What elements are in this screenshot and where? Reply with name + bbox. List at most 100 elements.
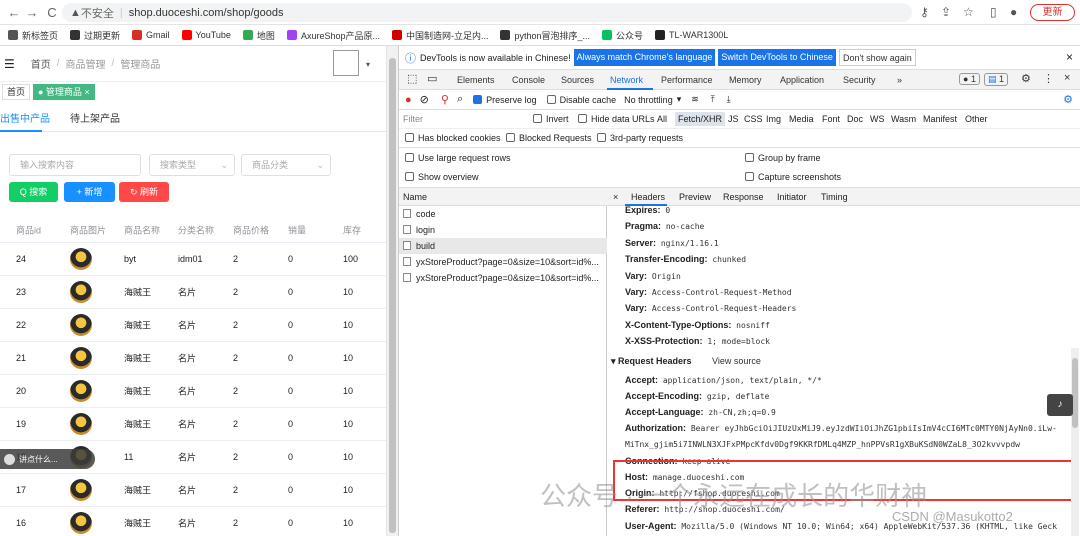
type-other[interactable]: Other <box>965 114 988 124</box>
bookmark-item[interactable]: Gmail <box>132 30 170 40</box>
record-icon[interactable]: ● <box>405 94 412 106</box>
request-item[interactable]: build <box>399 238 607 254</box>
type-all[interactable]: All <box>657 114 667 124</box>
device-icon[interactable]: ▭ <box>427 72 437 85</box>
tab-headers[interactable]: Headers <box>631 192 665 202</box>
table-row[interactable]: 20 海贼王 名片 2 0 10 <box>0 375 386 408</box>
product-image[interactable] <box>70 314 92 336</box>
breadcrumb-home[interactable]: 首页 <box>31 56 51 71</box>
type-fetch-xhr[interactable]: Fetch/XHR <box>675 112 726 126</box>
chevron-down-icon[interactable]: ▾ <box>366 60 370 69</box>
bookmark-item[interactable]: 新标签页 <box>8 29 58 42</box>
switch-chinese-button[interactable]: Switch DevTools to Chinese <box>718 49 836 66</box>
type-ws[interactable]: WS <box>870 114 885 124</box>
close-icon[interactable]: × <box>1066 50 1073 64</box>
search-icon[interactable]: ⌕ <box>457 93 463 106</box>
add-button[interactable]: + 新增 <box>64 182 115 202</box>
error-badge[interactable]: ● 1 <box>959 73 980 85</box>
table-row[interactable]: 23 海贼王 名片 2 0 10 <box>0 276 386 309</box>
throttle-select[interactable]: No throttling <box>624 95 673 105</box>
mic-icon[interactable]: ♪ <box>1047 394 1073 416</box>
disable-cache-checkbox[interactable] <box>546 94 556 104</box>
product-image[interactable] <box>70 413 92 435</box>
forward-icon[interactable]: → <box>22 5 42 20</box>
menu-fold-icon[interactable]: ☰ <box>4 57 15 71</box>
star-icon[interactable]: ☆ <box>963 5 974 19</box>
blocked-requests-checkbox[interactable] <box>506 133 515 142</box>
tab-security[interactable]: Security <box>843 75 876 85</box>
request-item[interactable]: login <box>399 222 607 238</box>
more-tabs-icon[interactable]: » <box>897 75 902 85</box>
page-scrollbar[interactable] <box>386 46 398 536</box>
product-image[interactable] <box>70 248 92 270</box>
bookmark-item[interactable]: TL-WAR1300L <box>655 30 728 40</box>
group-frame-checkbox[interactable] <box>745 153 754 162</box>
table-row[interactable]: 19 海贼王 名片 2 0 10 <box>0 408 386 441</box>
type-js[interactable]: JS <box>728 114 739 124</box>
sidepanel-icon[interactable]: ▯ <box>990 5 997 19</box>
bookmark-item[interactable]: AxureShop产品原... <box>286 29 380 42</box>
gear-icon[interactable]: ⚙ <box>1063 93 1073 106</box>
avatar[interactable] <box>333 50 359 76</box>
large-rows-checkbox[interactable] <box>405 153 414 162</box>
bookmark-item[interactable]: 过期更新 <box>70 29 120 42</box>
tag-home[interactable]: 首页 <box>2 84 31 100</box>
issues-badge[interactable]: ▤ 1 <box>984 73 1009 86</box>
filter-icon[interactable]: ⚲ <box>441 93 449 106</box>
table-row[interactable]: 24 byt idm01 2 0 100 <box>0 243 386 276</box>
invert-checkbox[interactable] <box>533 114 542 123</box>
product-image[interactable] <box>70 512 92 534</box>
key-icon[interactable]: ⚷ <box>920 5 929 19</box>
table-row[interactable]: 16 海贼王 名片 2 0 10 <box>0 507 386 536</box>
bookmark-item[interactable]: 地图 <box>242 29 275 42</box>
view-source-link[interactable]: View source <box>712 356 761 366</box>
tab-initiator[interactable]: Initiator <box>777 192 807 202</box>
type-img[interactable]: Img <box>766 114 781 124</box>
match-language-button[interactable]: Always match Chrome's language <box>573 49 716 66</box>
product-image[interactable] <box>70 281 92 303</box>
search-type-select[interactable]: 搜索类型 ⌄ <box>149 154 235 176</box>
tab-sources[interactable]: Sources <box>561 75 594 85</box>
share-icon[interactable]: ⇪ <box>941 5 951 19</box>
hide-data-urls-checkbox[interactable] <box>578 114 587 123</box>
tab-pending[interactable]: 待上架产品 <box>70 110 120 125</box>
tab-console[interactable]: Console <box>512 75 545 85</box>
inspect-icon[interactable]: ⬚ <box>407 72 417 85</box>
capture-screenshots-checkbox[interactable] <box>745 172 754 181</box>
profile-icon[interactable]: ● <box>1010 5 1017 19</box>
tab-memory[interactable]: Memory <box>729 75 762 85</box>
request-item[interactable]: yxStoreProduct?page=0&size=10&sort=id%..… <box>399 270 607 286</box>
type-font[interactable]: Font <box>822 114 840 124</box>
type-wasm[interactable]: Wasm <box>891 114 916 124</box>
table-row[interactable]: 17 海贼王 名片 2 0 10 <box>0 474 386 507</box>
download-icon[interactable]: ⤓ <box>727 94 731 105</box>
tab-timing[interactable]: Timing <box>821 192 848 202</box>
tab-on-sale[interactable]: 出售中产品 <box>0 110 50 125</box>
type-manifest[interactable]: Manifest <box>923 114 957 124</box>
upload-icon[interactable]: ⤒ <box>711 94 715 105</box>
wifi-icon[interactable]: ≋ <box>691 94 699 105</box>
chat-toast[interactable]: 讲点什么... <box>0 449 95 469</box>
category-select[interactable]: 商品分类 ⌄ <box>241 154 331 176</box>
close-icon[interactable]: × <box>1064 72 1070 84</box>
show-overview-checkbox[interactable] <box>405 172 414 181</box>
tab-performance[interactable]: Performance <box>661 75 713 85</box>
bookmark-item[interactable]: 公众号 <box>602 29 643 42</box>
dont-show-button[interactable]: Don't show again <box>838 49 916 66</box>
request-item[interactable]: yxStoreProduct?page=0&size=10&sort=id%..… <box>399 254 607 270</box>
back-icon[interactable]: ← <box>4 5 24 20</box>
tab-elements[interactable]: Elements <box>457 75 495 85</box>
bookmark-item[interactable]: python冒泡排序_... <box>500 29 590 42</box>
table-row[interactable]: 22 海贼王 名片 2 0 10 <box>0 309 386 342</box>
type-media[interactable]: Media <box>789 114 814 124</box>
third-party-checkbox[interactable] <box>597 133 606 142</box>
tag-manage-goods[interactable]: ● 管理商品 × <box>33 84 95 100</box>
refresh-button[interactable]: ↻ 刷新 <box>119 182 169 202</box>
product-image[interactable] <box>70 479 92 501</box>
preserve-log-checkbox[interactable] <box>473 94 483 104</box>
type-css[interactable]: CSS <box>744 114 763 124</box>
search-button[interactable]: Q 搜索 <box>9 182 58 202</box>
update-button[interactable]: 更新 <box>1030 4 1075 21</box>
tab-network[interactable]: Network <box>610 75 643 85</box>
gear-icon[interactable]: ⚙ <box>1021 72 1031 85</box>
